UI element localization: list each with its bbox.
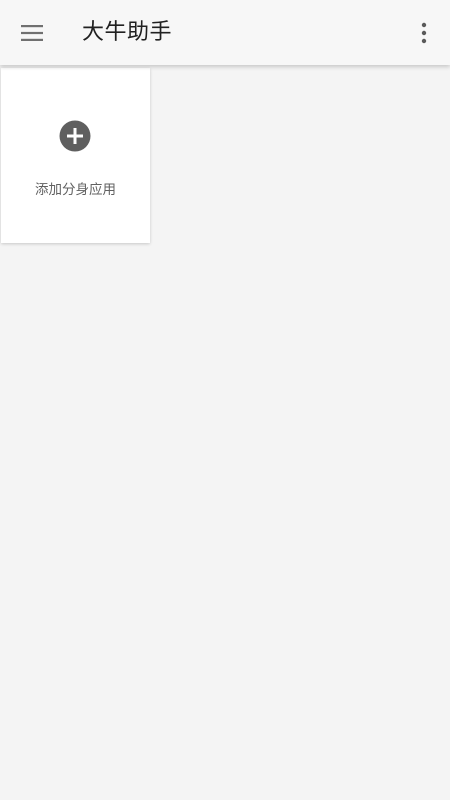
top-app-bar: 大牛助手 <box>0 0 450 65</box>
add-clone-app-card[interactable]: 添加分身应用 <box>1 68 150 243</box>
menu-icon <box>21 25 43 41</box>
add-clone-app-label: 添加分身应用 <box>35 182 116 198</box>
main-content: 添加分身应用 <box>0 65 450 800</box>
add-circle-icon <box>59 120 91 152</box>
app-root: 大牛助手 添加分身应用 <box>0 0 450 800</box>
more-vert-icon <box>421 22 427 44</box>
menu-button[interactable] <box>12 13 52 53</box>
more-options-button[interactable] <box>406 13 442 53</box>
page-title: 大牛助手 <box>82 20 173 45</box>
